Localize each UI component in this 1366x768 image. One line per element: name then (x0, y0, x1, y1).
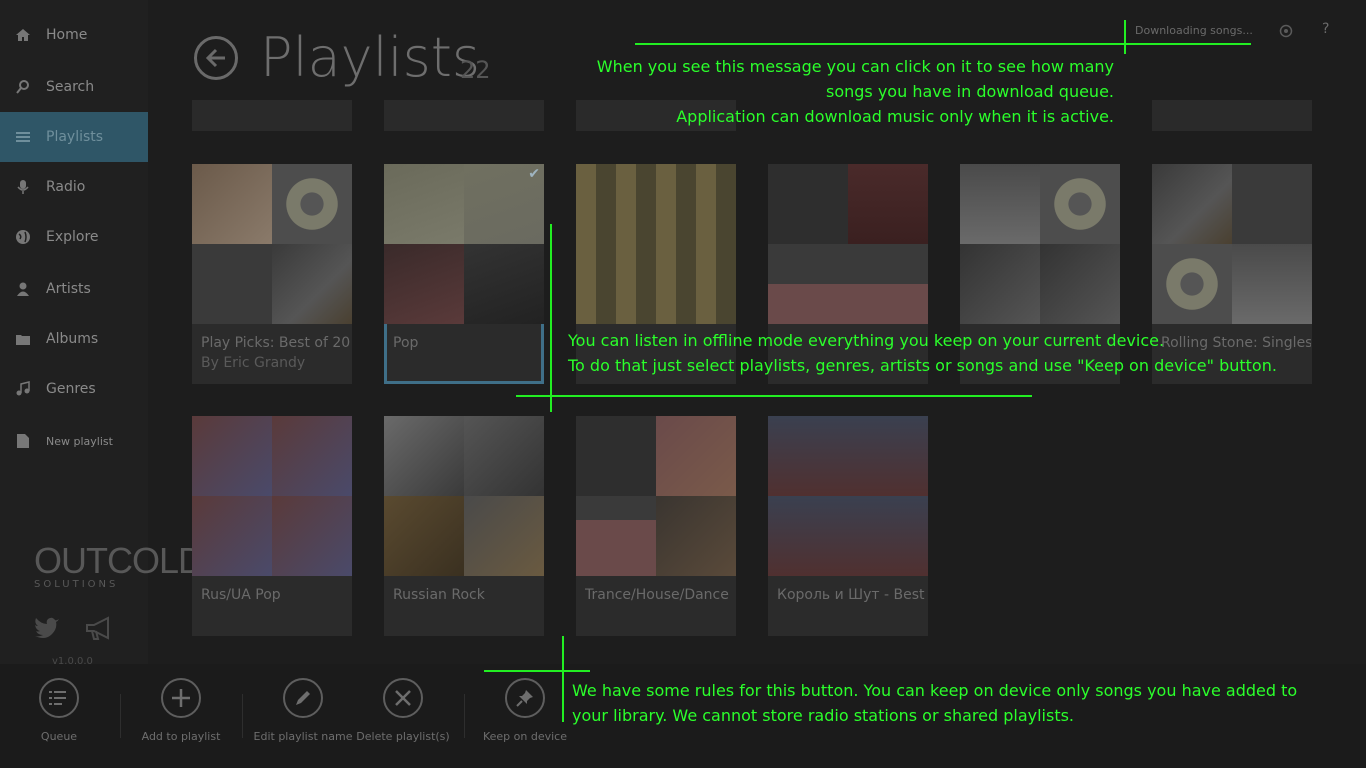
annotation-rules: We have some rules for this button. You … (572, 681, 1298, 725)
outcold-logo: OUTCOLD SOLUTIONS (34, 540, 204, 591)
edit-playlist-name-button[interactable]: Edit playlist name (248, 678, 358, 744)
checkmark-icon: ✔ (528, 166, 540, 182)
megaphone-icon[interactable] (84, 616, 114, 646)
playlist-cover (768, 416, 928, 576)
playlist-subtitle: By Eric Grandy (201, 355, 306, 371)
playlist-name: Король и Шут - Best (777, 587, 925, 603)
globe-icon (0, 229, 46, 245)
sidebar-item-albums[interactable]: Albums (0, 314, 148, 364)
back-button[interactable] (194, 36, 238, 80)
playlist-tile[interactable]: ✔ Pop (384, 164, 544, 384)
sidebar-item-home[interactable]: Home (0, 10, 148, 60)
playlist-cover (576, 164, 736, 324)
twitter-icon[interactable] (34, 616, 60, 642)
playlist-cover (192, 416, 352, 576)
folder-icon (0, 331, 46, 347)
microphone-icon (0, 179, 46, 195)
sidebar-item-label: Artists (46, 281, 91, 297)
playlist-tile[interactable]: Trance/House/Dance (576, 416, 736, 636)
playlist-cover (960, 164, 1120, 324)
playlist-name: Trance/House/Dance (585, 587, 729, 603)
playlist-name: Pop (393, 335, 419, 351)
sidebar-item-label: Home (46, 27, 88, 43)
sidebar-item-explore[interactable]: Explore (0, 212, 148, 262)
help-icon[interactable]: ? (1322, 21, 1329, 37)
divider (242, 694, 243, 738)
playlist-name: Russian Rock (393, 587, 485, 603)
document-icon (0, 433, 46, 449)
playlist-cover (768, 164, 928, 324)
playlist-tile-partial[interactable] (1152, 100, 1312, 131)
sidebar-item-artists[interactable]: Artists (0, 264, 148, 314)
divider (464, 694, 465, 738)
sidebar-item-genres[interactable]: Genres (0, 364, 148, 414)
sidebar-item-radio[interactable]: Radio (0, 162, 148, 212)
playlist-cover (384, 164, 544, 324)
queue-button[interactable]: Queue (4, 678, 114, 744)
delete-playlists-button[interactable]: Delete playlist(s) (348, 678, 458, 744)
annotation-line (484, 670, 590, 672)
playlist-cover (192, 164, 352, 324)
annotation-line (562, 636, 564, 722)
playlist-tile-partial[interactable] (192, 100, 352, 131)
playlist-icon (0, 129, 46, 145)
annotation-line (516, 395, 1032, 397)
plus-icon (161, 678, 201, 718)
playlist-tile[interactable]: Король и Шут - Best (768, 416, 928, 636)
annotation-line (1124, 20, 1126, 54)
queue-icon (39, 678, 79, 718)
sidebar-item-search[interactable]: Search (0, 62, 148, 112)
annotation-line (635, 43, 1251, 45)
playlist-cover (1152, 164, 1312, 324)
playlist-tile-partial[interactable] (384, 100, 544, 131)
back-arrow-icon (205, 48, 225, 68)
playlist-tile[interactable]: Russian Rock (384, 416, 544, 636)
sidebar-item-label: New playlist (46, 434, 113, 448)
pin-icon (505, 678, 545, 718)
settings-icon[interactable] (1279, 23, 1293, 42)
home-icon (0, 27, 46, 43)
sidebar-item-label: Radio (46, 179, 86, 195)
page-title: Playlists (260, 26, 481, 89)
playlist-tile[interactable]: Rus/UA Pop (192, 416, 352, 636)
annotation-line (550, 224, 552, 412)
download-status-link[interactable]: Downloading songs... (1135, 24, 1253, 37)
sidebar-item-new-playlist[interactable]: New playlist (0, 416, 148, 466)
playlist-cover (384, 416, 544, 576)
playlist-tile[interactable]: Play Picks: Best of 2013 By Eric Grandy (192, 164, 352, 384)
sidebar-item-label: Playlists (46, 129, 104, 145)
add-to-playlist-button[interactable]: Add to playlist (126, 678, 236, 744)
annotation-download: When you see this message you can click … (596, 57, 1114, 126)
playlist-count: 22 (460, 56, 491, 84)
playlist-name: Rus/UA Pop (201, 587, 281, 603)
sidebar-item-label: Genres (46, 381, 96, 397)
divider (120, 694, 121, 738)
playlist-name: Play Picks: Best of 2013 (201, 335, 351, 351)
sidebar-item-label: Search (46, 79, 95, 95)
person-icon (0, 281, 46, 297)
sidebar-item-playlists[interactable]: Playlists (0, 112, 148, 162)
close-icon (383, 678, 423, 718)
annotation-offline: You can listen in offline mode everythin… (568, 331, 1277, 375)
search-icon (0, 79, 46, 95)
sidebar-item-label: Explore (46, 229, 99, 245)
playlist-cover (576, 416, 736, 576)
music-notes-icon (0, 381, 46, 397)
sidebar: Home Search Playlists Radio Explore Arti… (0, 0, 204, 667)
sidebar-item-label: Albums (46, 331, 99, 347)
pencil-icon (283, 678, 323, 718)
